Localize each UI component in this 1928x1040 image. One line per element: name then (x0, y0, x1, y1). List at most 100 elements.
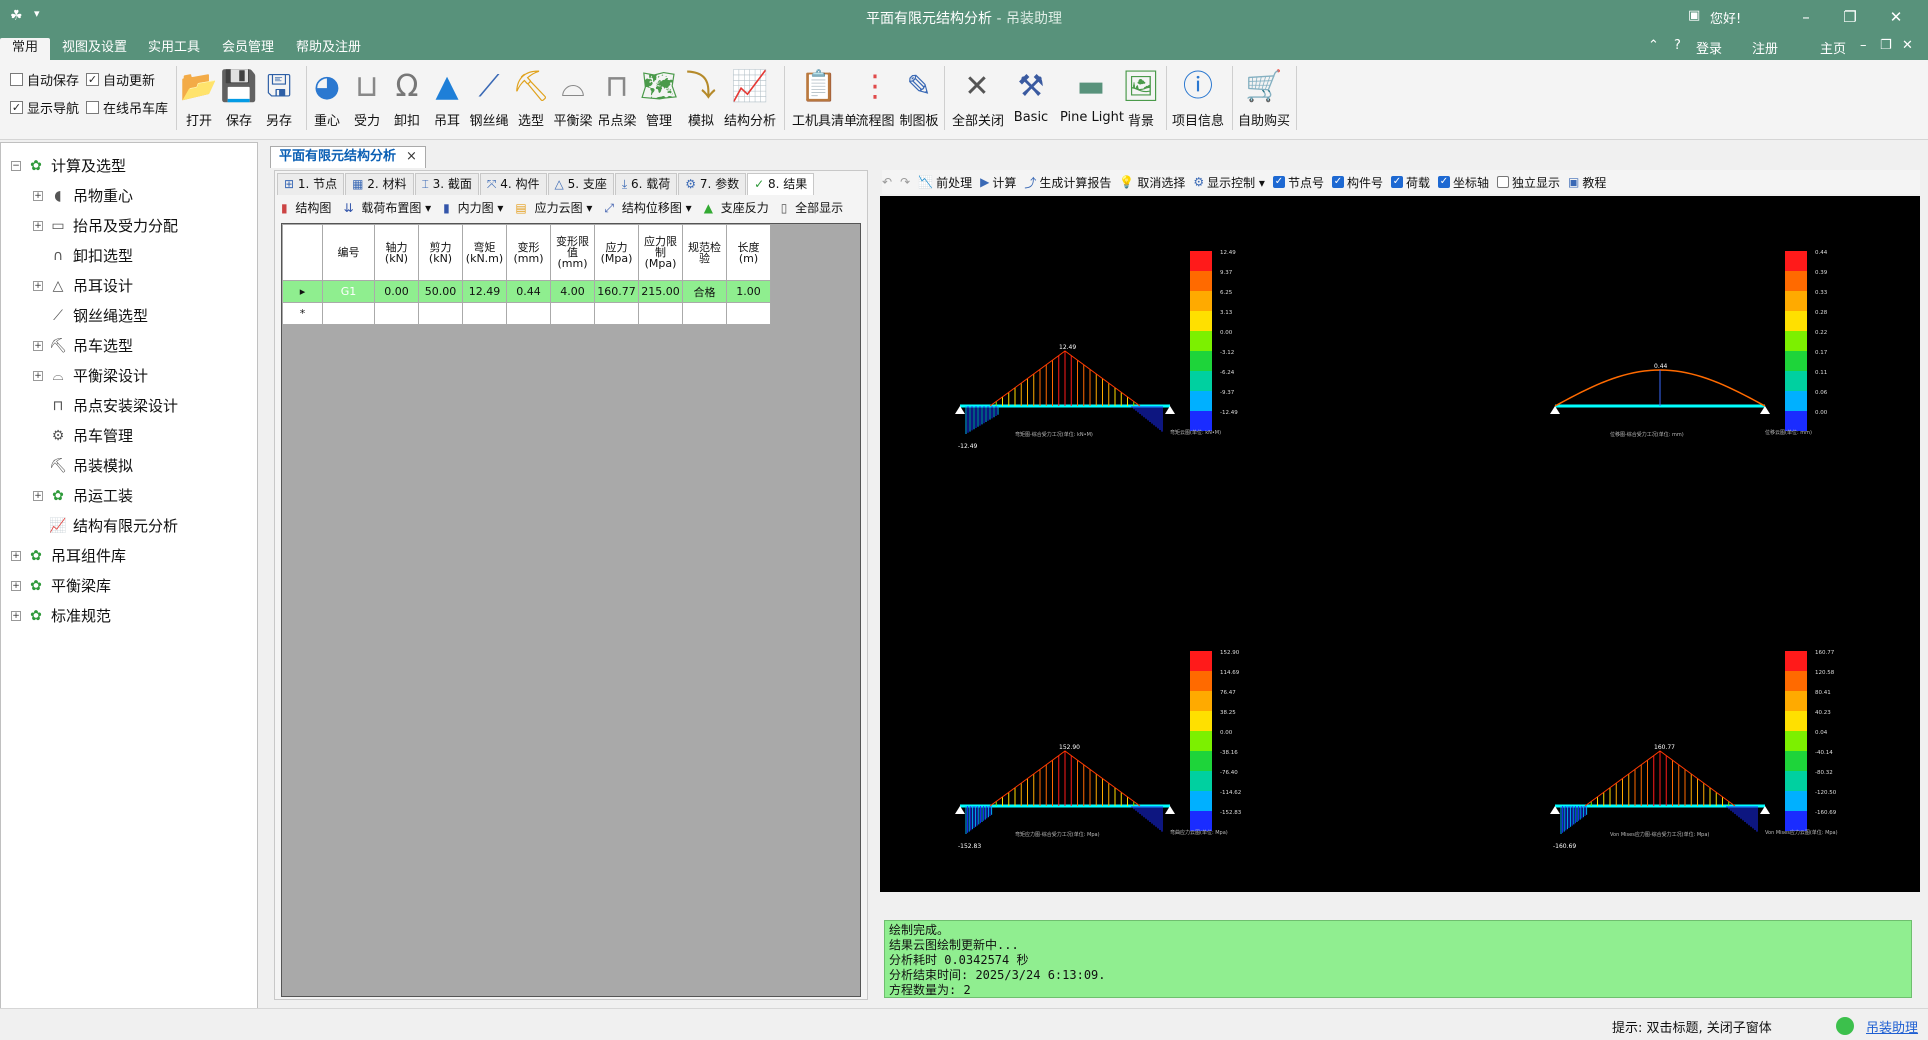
sub-tab[interactable]: ⚙ 7. 参数 (678, 173, 747, 195)
maximize-button[interactable]: ❐ (1830, 4, 1870, 30)
tab-help[interactable]: 帮助及注册 (284, 38, 373, 60)
column-header[interactable]: 应力(Mpa) (594, 224, 639, 281)
expand-icon[interactable]: + (33, 370, 43, 381)
display-toggle-checkbox[interactable]: ✓ 荷载 (1390, 174, 1430, 191)
table-cell[interactable]: 合格 (682, 280, 727, 303)
result-view-button[interactable]: ▤ 应力云图 ▾ (511, 197, 596, 219)
table-cell[interactable]: 12.49 (462, 280, 507, 303)
child-min-icon[interactable]: – (1860, 38, 1867, 53)
close-all-button[interactable]: ✕ 全部关闭 (952, 66, 1004, 129)
spreader-beam-button[interactable]: ⌓ 平衡梁 (548, 66, 598, 129)
tree-item[interactable]: 📈 结构有限元分析 (33, 515, 178, 536)
project-info-button[interactable]: ⓘ 项目信息 (1170, 66, 1226, 129)
child-close-icon[interactable]: ✕ (1902, 38, 1913, 53)
column-header[interactable]: 规范检验 (682, 224, 727, 281)
toggle-icon[interactable] (1836, 1017, 1854, 1035)
table-cell[interactable] (682, 302, 727, 325)
show-nav-checkbox[interactable]: ✓ 显示导航 (10, 98, 79, 117)
expand-icon[interactable]: + (33, 220, 43, 231)
child-restore-icon[interactable]: ❐ (1880, 38, 1892, 53)
table-cell[interactable] (418, 302, 463, 325)
redo-icon[interactable]: ↷ (900, 175, 910, 189)
table-cell[interactable]: 215.00 (638, 280, 683, 303)
table-cell[interactable]: 1.00 (726, 280, 771, 303)
simulate-button[interactable]: ⤵ 模拟 (676, 66, 726, 129)
home-link[interactable]: 主页 (1820, 38, 1846, 57)
tree-item[interactable]: ⟋ 钢丝绳选型 (33, 305, 148, 326)
table-cell[interactable]: 50.00 (418, 280, 463, 303)
result-canvas[interactable]: 12.49 -12.49 弯矩图-综合受力工况(单位: kN•M) 12.49 9.37… (880, 196, 1920, 892)
collapse-icon[interactable]: − (11, 160, 21, 171)
sub-tab[interactable]: ⤧ 4. 构件 (479, 173, 547, 195)
online-crane-db-checkbox[interactable]: 在线吊车库 (86, 98, 168, 117)
column-header[interactable]: 轴力(kN) (374, 224, 419, 281)
sub-tab[interactable]: ⌶ 3. 截面 (414, 173, 479, 195)
table-cell[interactable] (550, 302, 595, 325)
tree-item[interactable]: + ⛏ 吊车选型 (33, 335, 133, 356)
save-as-button[interactable]: 🖫 另存 (254, 66, 304, 129)
result-view-button[interactable]: ▲ 支座反力 (700, 197, 773, 219)
flowchart-button[interactable]: ⋮ 流程图 (850, 66, 900, 129)
tab-membership[interactable]: 会员管理 (210, 38, 286, 60)
minimize-button[interactable]: – (1786, 4, 1826, 30)
structure-analysis-button[interactable]: 📈 结构分析 (722, 66, 778, 129)
tree-item[interactable]: + △ 吊耳设计 (33, 275, 133, 296)
result-view-button[interactable]: ⤢ 结构位移图 ▾ (600, 197, 695, 219)
tree-item[interactable]: ⛏ 吊装模拟 (33, 455, 133, 476)
table-cell[interactable]: 160.77 (594, 280, 639, 303)
theme-pine-light-button[interactable]: ▬ Pine Light (1060, 66, 1124, 125)
background-button[interactable]: 🖼 背景 (1116, 66, 1166, 129)
expand-icon[interactable]: + (33, 190, 43, 201)
auto-save-checkbox[interactable]: 自动保存 (10, 70, 79, 89)
tab-tools[interactable]: 实用工具 (136, 38, 212, 60)
tree-item[interactable]: + ⌓ 平衡梁设计 (33, 365, 148, 386)
tree-item[interactable]: + ✿ 平衡梁库 (11, 575, 111, 596)
sub-tab[interactable]: ✓ 8. 结果 (747, 173, 815, 195)
tree-item[interactable]: + ✿ 吊耳组件库 (11, 545, 126, 566)
expand-icon[interactable]: + (33, 340, 43, 351)
column-header[interactable]: 弯矩(kN.m) (462, 224, 507, 281)
theme-basic-button[interactable]: ⚒ Basic (1006, 66, 1056, 125)
table-row[interactable]: ▸ G1 0.00 50.00 12.49 0.44 4.00 160.77 215.00 合格 1… (282, 280, 771, 303)
table-cell[interactable] (462, 302, 507, 325)
self-purchase-button[interactable]: 🛒 自助购买 (1236, 66, 1292, 129)
close-tab-icon[interactable]: × (406, 149, 417, 164)
brand-link[interactable]: 吊装助理 (1866, 1017, 1918, 1036)
tab-common[interactable]: 常用 (0, 38, 51, 60)
expand-icon[interactable]: + (11, 610, 21, 621)
sub-tab[interactable]: ⤓ 6. 载荷 (614, 173, 678, 195)
tree-item[interactable]: + ▭ 抬吊及受力分配 (33, 215, 178, 236)
table-cell[interactable] (322, 302, 375, 325)
tree-item[interactable]: + ✿ 吊运工装 (33, 485, 133, 506)
table-cell[interactable] (506, 302, 551, 325)
result-view-button[interactable]: ▮ 结构图 (277, 197, 335, 219)
display-toggle-checkbox[interactable]: ✓ 节点号 (1272, 174, 1324, 191)
table-cell[interactable]: 0.44 (506, 280, 551, 303)
close-window-button[interactable]: ✕ (1876, 4, 1916, 30)
table-cell[interactable]: 0.00 (374, 280, 419, 303)
expand-icon[interactable]: + (33, 280, 43, 291)
register-link[interactable]: 注册 (1752, 38, 1778, 57)
viewer-tool-button[interactable]: ⤴ 生成计算报告 (1024, 174, 1111, 191)
result-view-button[interactable]: ▯ 全部显示 (777, 197, 847, 219)
sub-tab[interactable]: ⊞ 1. 节点 (277, 173, 345, 195)
viewer-tool-button[interactable]: ▶ 计算 (980, 174, 1016, 191)
auto-update-checkbox[interactable]: ✓ 自动更新 (86, 70, 155, 89)
tree-item[interactable]: − ✿ 计算及选型 (11, 155, 126, 176)
viewer-tool-button[interactable]: ⚙ 显示控制 ▾ (1193, 174, 1265, 191)
expand-icon[interactable]: + (11, 580, 21, 591)
viewer-tool-button[interactable]: ▣ 教程 (1568, 174, 1606, 191)
table-cell[interactable]: G1 (322, 280, 375, 303)
viewer-tool-button[interactable]: 📉 前处理 (918, 174, 972, 191)
result-view-button[interactable]: ⇊ 载荷布置图 ▾ (339, 197, 435, 219)
tab-view-settings[interactable]: 视图及设置 (50, 38, 139, 60)
table-cell[interactable] (726, 302, 771, 325)
result-view-button[interactable]: ▮ 内力图 ▾ (439, 197, 507, 219)
column-header[interactable]: 长度(m) (726, 224, 771, 281)
tree-item[interactable]: + ◖ 吊物重心 (33, 185, 133, 206)
row-selector-icon[interactable]: ▸ (282, 280, 323, 303)
sub-tab[interactable]: ▦ 2. 材料 (345, 173, 414, 195)
sub-tab[interactable]: △ 5. 支座 (547, 173, 614, 195)
display-toggle-checkbox[interactable]: 独立显示 (1497, 174, 1560, 191)
table-cell[interactable] (638, 302, 683, 325)
